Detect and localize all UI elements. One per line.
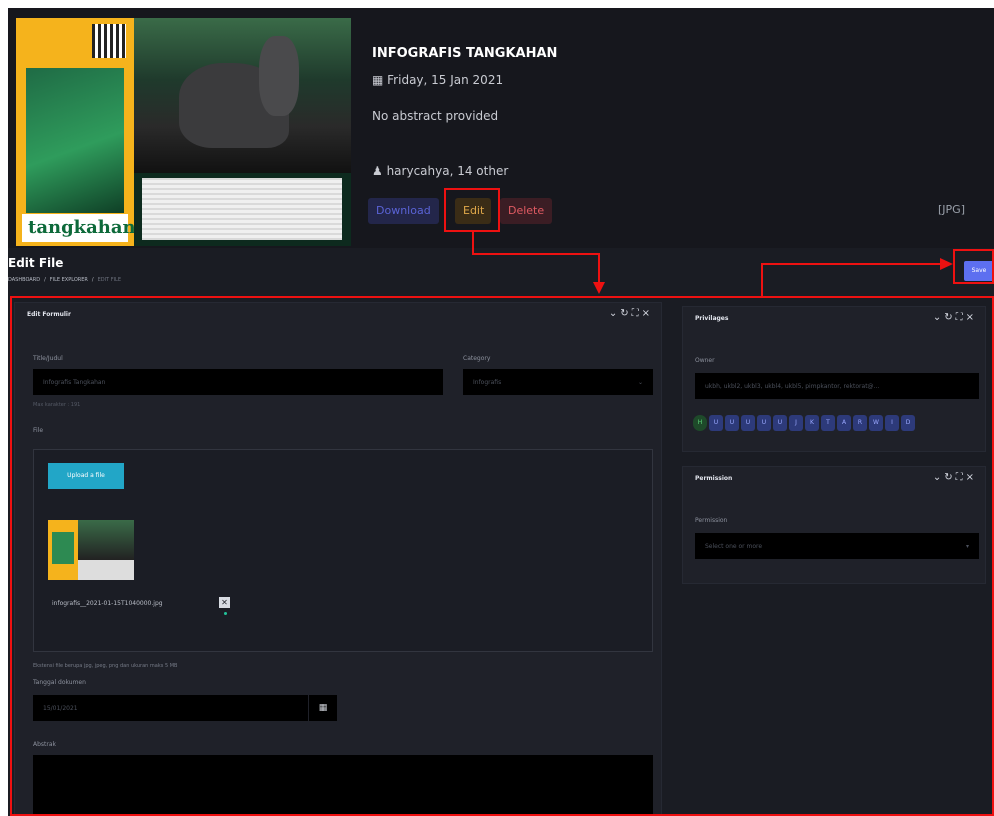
file-preview-header: tangkahan INFOGRAFIS TANGKAHAN ▦ Friday,…: [8, 8, 994, 248]
download-button[interactable]: Download: [368, 198, 439, 224]
breadcrumb-separator: /: [91, 277, 94, 283]
page-title: Edit File: [8, 256, 64, 270]
annotation-line: [761, 263, 941, 265]
elephant-trunk-shape: [259, 36, 299, 116]
user-icon: ♟: [372, 164, 387, 178]
poster-left: tangkahan: [16, 18, 136, 246]
breadcrumb-dashboard[interactable]: DASHBOARD: [8, 277, 40, 283]
edit-highlight-box: [444, 188, 500, 232]
save-highlight-box: [953, 249, 994, 284]
breadcrumb-current: EDIT FILE: [97, 277, 122, 283]
poster-jungle: [26, 68, 124, 213]
annotation-line: [598, 253, 600, 283]
breadcrumb-separator: /: [44, 277, 46, 283]
arrow-right-icon: [940, 258, 953, 270]
poster-logo: tangkahan: [22, 214, 136, 242]
breadcrumb-file-explorer[interactable]: FILE EXPLORER: [50, 277, 88, 283]
screenshot: tangkahan INFOGRAFIS TANGKAHAN ▦ Friday,…: [0, 0, 994, 816]
poster-right: [134, 18, 351, 246]
file-author-text: harycahya, 14 other: [386, 164, 509, 178]
file-extension: [JPG]: [938, 203, 965, 216]
file-date-text: Friday, 15 Jan 2021: [387, 73, 504, 87]
qr-code: [92, 24, 126, 58]
file-author: ♟ harycahya, 14 other: [372, 164, 508, 178]
delete-button[interactable]: Delete: [500, 198, 553, 224]
breadcrumb: DASHBOARD / FILE EXPLORER / EDIT FILE: [8, 277, 121, 283]
poster-image: tangkahan: [16, 18, 351, 246]
file-title: INFOGRAFIS TANGKAHAN: [372, 46, 558, 61]
poster-text-block: [142, 178, 342, 240]
arrow-down-icon: [593, 282, 605, 294]
file-date: ▦ Friday, 15 Jan 2021: [372, 73, 503, 87]
annotation-line: [472, 231, 474, 255]
file-abstract: No abstract provided: [372, 109, 499, 123]
annotation-line: [761, 263, 763, 298]
edit-form-highlight-box: [10, 296, 994, 816]
calendar-icon: ▦: [372, 73, 388, 87]
annotation-line: [472, 253, 600, 255]
